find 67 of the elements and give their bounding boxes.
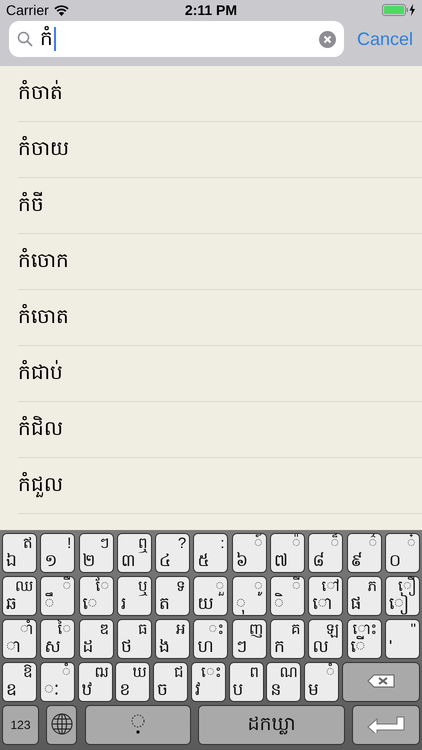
- keyboard-key[interactable]: ួ យ: [193, 576, 228, 616]
- keyboard-key[interactable]: ឺ ឹ: [40, 576, 76, 616]
- keyboard-key[interactable]: ! ១: [40, 533, 76, 573]
- keyboard-key[interactable]: ៏ ៨: [308, 533, 344, 573]
- result-item[interactable]: កំចោក: [18, 246, 69, 276]
- keyboard-key[interactable]: ៃ ស: [40, 619, 76, 659]
- space-key[interactable]: ដកឃ្លា: [198, 705, 345, 745]
- carrier-name: Carrier: [6, 2, 49, 18]
- search-field[interactable]: កំ: [9, 21, 344, 57]
- keyboard-key[interactable]: ណ ន: [266, 662, 302, 702]
- keyboard-key[interactable]: ឱ ឧ: [2, 662, 37, 702]
- keyboard-key[interactable]: ឌ ដ: [78, 619, 114, 659]
- keyboard-key[interactable]: អ ង: [155, 619, 190, 659]
- search-icon: [17, 31, 33, 47]
- keyboard-key[interactable]: ះ ហ: [193, 619, 228, 659]
- result-item[interactable]: កំជួល: [18, 470, 63, 500]
- keyboard-key[interactable]: ំ ៈ: [40, 662, 75, 702]
- battery-icon: [382, 4, 416, 16]
- keyboard-key[interactable]: ឥ ឯ: [2, 533, 37, 573]
- status-time: 2:11 PM: [184, 2, 238, 18]
- result-item[interactable]: កំជាប់: [18, 358, 63, 388]
- result-item[interactable]: កំចាត់: [18, 78, 63, 108]
- keyboard-key[interactable]: ូ ុ: [232, 576, 267, 616]
- keyboard-key[interactable]: ធ ថ: [116, 619, 152, 659]
- keyboard-key[interactable]: : ៥: [193, 533, 228, 573]
- globe-key[interactable]: [46, 705, 78, 745]
- keyboard-key[interactable]: ំ ម: [304, 662, 340, 702]
- keyboard-key[interactable]: ឬ រ: [116, 576, 152, 616]
- clear-icon[interactable]: [318, 30, 336, 48]
- keyboard-key[interactable]: ី ិ: [270, 576, 306, 616]
- keyboard-key[interactable]: ៌ ៩: [346, 533, 382, 573]
- numbers-key[interactable]: 123: [2, 705, 39, 745]
- result-item[interactable]: កំចោត: [18, 302, 69, 332]
- keyboard-key[interactable]: ៗ ២: [78, 533, 114, 573]
- globe-icon: [50, 712, 74, 736]
- result-item[interactable]: កំចី: [18, 190, 44, 220]
- keyboard-key[interactable]: ៉ ៧: [270, 533, 306, 573]
- keyboard-key[interactable]: ញ ៗ: [232, 619, 267, 659]
- keyboard-key[interactable]: ែ េ: [78, 576, 114, 616]
- keyboard-key[interactable]: ឈ ឆ: [2, 576, 37, 616]
- keyboard-key[interactable]: ឡ ល: [308, 619, 344, 659]
- dotted-circle-icon: [130, 712, 146, 734]
- keyboard-key[interactable]: ជ ច: [153, 662, 188, 702]
- coeng-key[interactable]: [84, 705, 190, 745]
- keyboard-key[interactable]: ភ ផ: [346, 576, 382, 616]
- keyboard-key[interactable]: គ ក: [270, 619, 306, 659]
- keyboard-key[interactable]: ឿ ៀ: [384, 576, 420, 616]
- keyboard-key[interactable]: " ': [384, 619, 420, 659]
- keyboard-key[interactable]: ទ ត: [155, 576, 190, 616]
- backspace-icon: [366, 674, 395, 688]
- backspace-key[interactable]: [342, 662, 420, 702]
- keyboard-key[interactable]: ៎ ០: [384, 533, 420, 573]
- return-key[interactable]: [352, 705, 420, 745]
- keyboard-key[interactable]: ព ប: [228, 662, 264, 702]
- keyboard-key[interactable]: ោះ ើ: [346, 619, 382, 659]
- keyboard-key[interactable]: ឍ ឋ: [78, 662, 113, 702]
- keyboard-key[interactable]: ឮ ៣: [116, 533, 152, 573]
- keyboard-key[interactable]: ាំ ា: [2, 619, 37, 659]
- keyboard-key[interactable]: ៅ ោ: [308, 576, 344, 616]
- keyboard-key[interactable]: ឃ ខ: [115, 662, 150, 702]
- result-item[interactable]: កំចាយ: [18, 134, 69, 164]
- result-item[interactable]: កំជិល: [18, 414, 63, 444]
- keyboard-key[interactable]: ? ៤: [155, 533, 190, 573]
- wifi-icon: [54, 4, 69, 16]
- keyboard-key[interactable]: េះ វ: [190, 662, 226, 702]
- keyboard-key[interactable]: ៍ ៦: [232, 533, 267, 573]
- return-icon: [367, 714, 405, 732]
